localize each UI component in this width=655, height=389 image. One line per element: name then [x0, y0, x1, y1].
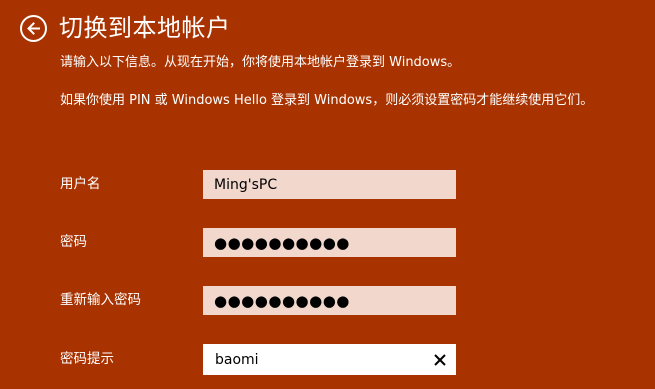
password-hint-field[interactable]: baomi — [203, 344, 456, 375]
description-pin-hello: 如果你使用 PIN 或 Windows Hello 登录到 Windows，则必… — [60, 93, 594, 108]
back-button[interactable] — [20, 14, 47, 42]
username-value: Ming'sPC — [214, 176, 278, 193]
clear-button[interactable] — [426, 347, 454, 372]
confirm-password-label: 重新输入密码 — [60, 292, 141, 308]
header: 切换到本地帐户 — [20, 10, 231, 46]
description-signin-local: 请输入以下信息。从现在开始，你将使用本地帐户登录到 Windows。 — [60, 55, 461, 70]
confirm-password-value: ●●●●●●●●●● — [214, 291, 350, 310]
username-field[interactable]: Ming'sPC — [203, 170, 456, 199]
password-label: 密码 — [60, 234, 87, 250]
close-icon — [434, 353, 446, 366]
back-arrow-icon — [27, 21, 40, 35]
page-title: 切换到本地帐户 — [59, 14, 231, 42]
password-value: ●●●●●●●●●● — [214, 233, 350, 252]
confirm-password-field[interactable]: ●●●●●●●●●● — [203, 286, 456, 315]
password-hint-label: 密码提示 — [60, 351, 114, 367]
username-label: 用户名 — [60, 176, 101, 192]
password-hint-value: baomi — [215, 351, 259, 368]
password-field[interactable]: ●●●●●●●●●● — [203, 228, 456, 257]
